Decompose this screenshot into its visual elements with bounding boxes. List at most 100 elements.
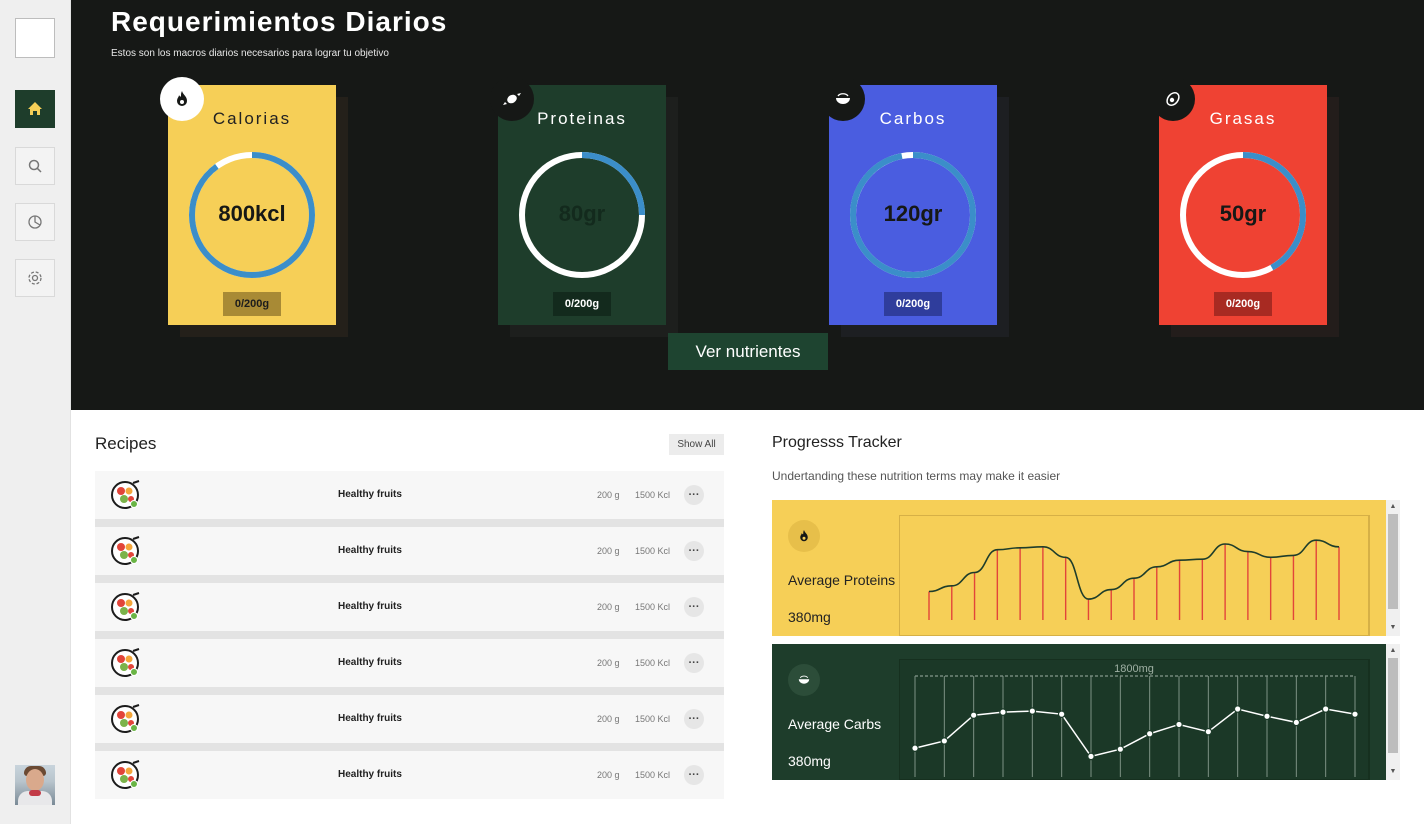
search-icon [28, 159, 42, 173]
home-icon [28, 102, 42, 115]
fruit-bowl-icon [111, 536, 140, 565]
panel-label: Average Proteins [788, 572, 896, 588]
recipe-row[interactable]: Healthy fruits 200 g 1500 Kcl ··· [95, 527, 724, 583]
average-proteins-panel: Average Proteins 380mg [772, 500, 1386, 636]
recipe-name: Healthy fruits [338, 601, 402, 612]
fruit-bowl-icon [111, 704, 140, 733]
card-title: Grasas [1209, 109, 1277, 128]
fruit-bowl-icon [111, 648, 140, 677]
card-title: Calorias [212, 109, 292, 128]
panel-value: 380mg [788, 753, 831, 769]
sidebar [0, 0, 71, 824]
fruit-bowl-icon [111, 760, 140, 789]
data-point [1087, 752, 1095, 761]
app-logo[interactable] [15, 18, 55, 58]
card-grasas[interactable]: Grasas 50gr 0/200g [1151, 77, 1327, 325]
recipe-row[interactable]: Healthy fruits 200 g 1500 Kcl ··· [95, 583, 724, 639]
data-point [1057, 710, 1066, 718]
bowl-icon [788, 664, 820, 696]
card-badge: 0/200g [1214, 292, 1272, 316]
panel-label: Average Carbs [788, 716, 882, 732]
data-point [999, 708, 1007, 716]
more-options-button[interactable]: ··· [684, 653, 704, 673]
proteins-chart [899, 515, 1370, 636]
tracker-title: Progresss Tracker [772, 434, 902, 451]
recipe-kcal: 1500 Kcl [635, 770, 671, 780]
card-badge: 0/200g [884, 292, 942, 316]
recipe-name: Healthy fruits [338, 489, 402, 500]
reference-label: 1800mg [1114, 663, 1154, 675]
data-point [1145, 729, 1154, 738]
card-proteinas[interactable]: Proteinas 80gr 0/200g [490, 77, 666, 325]
recipe-list: Healthy fruits 200 g 1500 Kcl ··· Healthy fr… [95, 471, 724, 807]
recipes-title: Recipes [95, 434, 157, 453]
recipe-weight: 200 g [597, 546, 620, 556]
ver-nutrientes-button[interactable]: Ver nutrientes [668, 333, 828, 370]
user-avatar[interactable] [15, 765, 55, 805]
recipe-weight: 200 g [597, 490, 620, 500]
card-carbos[interactable]: Carbos 120gr 0/200g [821, 77, 997, 325]
recipe-kcal: 1500 Kcl [635, 714, 671, 724]
recipe-name: Healthy fruits [338, 713, 402, 724]
carbs-chart: 1800mg [899, 659, 1370, 780]
page-subtitle: Estos son los macros diarios necesarios … [111, 48, 389, 59]
card-calorias[interactable]: Calorias 800kcl 0/200g [160, 77, 336, 325]
recipe-name: Healthy fruits [338, 545, 402, 556]
recipe-name: Healthy fruits [338, 657, 402, 668]
panel-value: 380mg [788, 609, 831, 625]
nav-stats-button[interactable] [15, 203, 55, 241]
recipe-row[interactable]: Healthy fruits 200 g 1500 Kcl ··· [95, 695, 724, 751]
recipe-kcal: 1500 Kcl [635, 658, 671, 668]
flame-icon [788, 520, 820, 552]
card-value: 50gr [1219, 201, 1267, 226]
data-point [1116, 745, 1125, 753]
fruit-bowl-icon [111, 480, 140, 509]
data-point [911, 744, 919, 752]
daily-requirements-hero: Requerimientos Diarios Estos son los mac… [71, 0, 1424, 410]
nav-home-button[interactable] [15, 90, 55, 128]
more-options-button[interactable]: ··· [684, 709, 704, 729]
more-options-button[interactable]: ··· [684, 597, 704, 617]
data-point [1351, 710, 1359, 718]
card-value: 800kcl [218, 201, 286, 226]
average-carbs-panel: Average Carbs 380mg 1800mg [772, 644, 1386, 780]
page-title: Requerimientos Diarios [111, 6, 448, 37]
pie-chart-icon [28, 215, 42, 229]
nav-search-button[interactable] [15, 147, 55, 185]
card-title: Carbos [879, 109, 947, 128]
data-point [1175, 720, 1183, 729]
more-options-button[interactable]: ··· [684, 541, 704, 561]
tracker-subtitle: Undertanding these nutrition terms may m… [772, 469, 1061, 483]
proteins-scrollbar[interactable]: ▲ ▼ [1386, 500, 1400, 636]
data-point [940, 737, 949, 745]
more-options-button[interactable]: ··· [684, 485, 704, 505]
recipe-row[interactable]: Healthy fruits 200 g 1500 Kcl ··· [95, 639, 724, 695]
recipe-kcal: 1500 Kcl [635, 602, 671, 612]
data-point [969, 711, 978, 720]
data-point [1028, 707, 1037, 715]
recipe-kcal: 1500 Kcl [635, 490, 671, 500]
carbs-scrollbar[interactable]: ▲ ▼ [1386, 644, 1400, 780]
more-options-button[interactable]: ··· [684, 765, 704, 785]
recipe-row[interactable]: Healthy fruits 200 g 1500 Kcl ··· [95, 751, 724, 799]
nav-settings-button[interactable] [15, 259, 55, 297]
data-point [1292, 718, 1301, 727]
recipe-weight: 200 g [597, 770, 620, 780]
recipe-row[interactable]: Healthy fruits 200 g 1500 Kcl ··· [95, 471, 724, 527]
card-badge: 0/200g [223, 292, 281, 316]
recipe-weight: 200 g [597, 714, 620, 724]
show-all-button[interactable]: Show All [669, 434, 724, 455]
fruit-bowl-icon [111, 592, 140, 621]
recipe-weight: 200 g [597, 602, 620, 612]
data-point [1233, 705, 1242, 713]
card-value: 80gr [558, 201, 606, 226]
gear-icon [28, 271, 42, 285]
recipe-kcal: 1500 Kcl [635, 546, 671, 556]
data-point [1204, 727, 1213, 736]
recipe-name: Healthy fruits [338, 769, 402, 780]
card-title: Proteinas [537, 109, 627, 128]
data-point [1321, 705, 1330, 713]
card-badge: 0/200g [553, 292, 611, 316]
data-point [1263, 712, 1271, 721]
recipe-weight: 200 g [597, 658, 620, 668]
